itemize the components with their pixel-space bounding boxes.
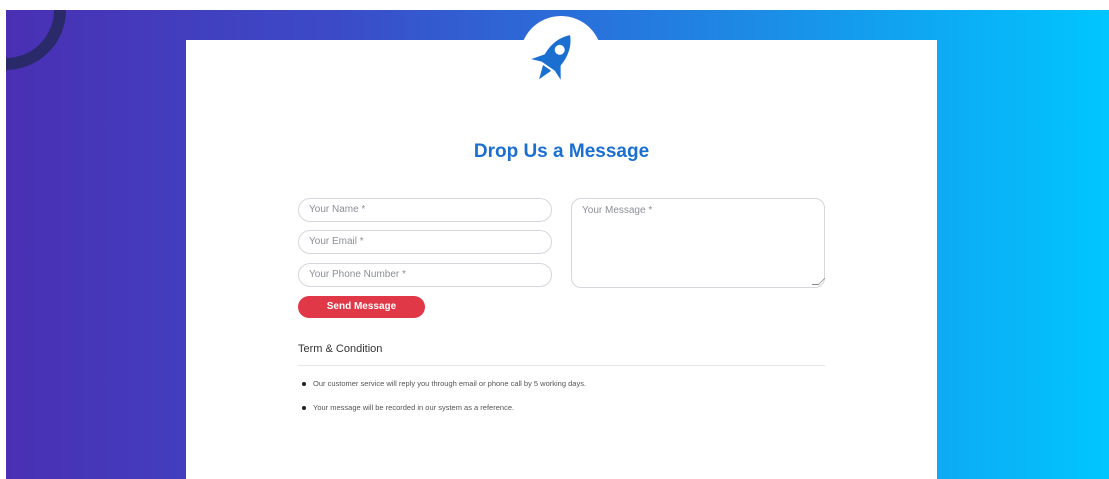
rocket-icon [531,35,571,80]
message-textarea[interactable]: Your Message * [571,198,826,288]
decorative-ring [6,10,66,70]
page-title: Drop Us a Message [473,141,650,162]
message-placeholder: Your Message * [582,205,653,216]
term-item: Your message will be recorded in our sys… [301,403,515,412]
send-message-button[interactable]: Send Message [298,296,425,318]
name-input[interactable]: Your Name * [298,198,552,222]
email-input[interactable]: Your Email * [298,230,552,254]
phone-input[interactable]: Your Phone Number * [298,263,552,287]
edge-cover [0,0,6,80]
terms-title: Term & Condition [298,343,383,355]
terms-divider [298,365,825,366]
term-item: Our customer service will reply you thro… [301,379,587,388]
